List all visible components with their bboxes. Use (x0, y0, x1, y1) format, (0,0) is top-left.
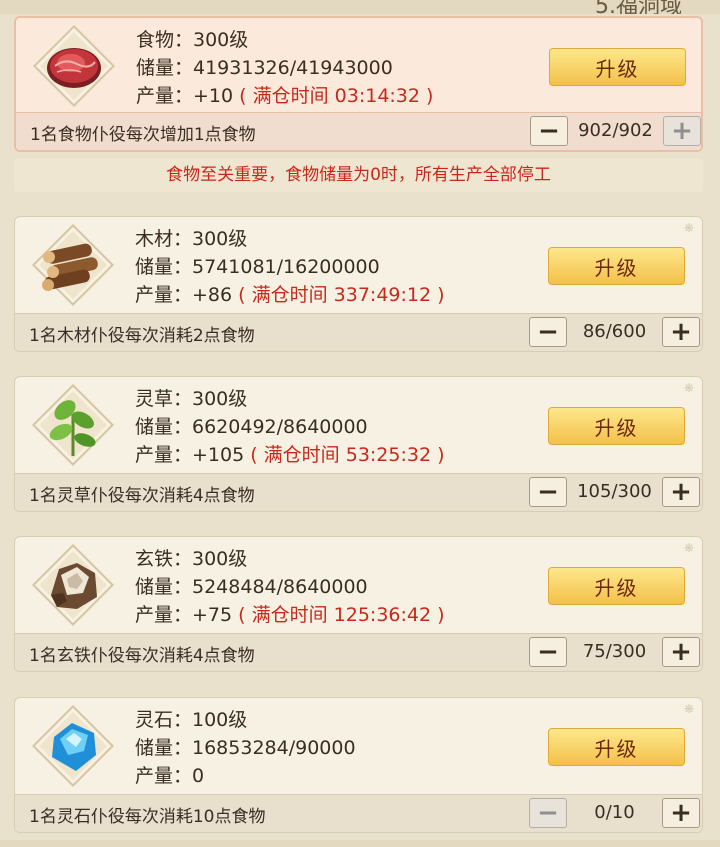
full-time-text: ( 满仓时间 337:49:12 ) (238, 284, 445, 306)
worker-desc: 1名食物仆役每次增加1点食物 (30, 125, 256, 145)
worker-desc: 1名玄铁仆役每次消耗4点食物 (29, 646, 255, 666)
top-strip: 5.福洞域 (0, 0, 720, 14)
worker-bar: 1名灵草仆役每次消耗4点食物 − 105/300 + (15, 473, 702, 511)
corner-ornament-icon: ❋ (683, 541, 694, 555)
decrease-workers-button[interactable]: − (529, 477, 567, 507)
storage-text: 储量：16853284/90000 (135, 737, 356, 759)
storage-text: 储量：41931326/41943000 (136, 57, 393, 79)
worker-bar: 1名灵石仆役每次消耗10点食物 − 0/10 + (15, 794, 702, 832)
spirit-stone-icon (31, 704, 115, 788)
worker-desc: 1名灵草仆役每次消耗4点食物 (29, 486, 255, 506)
decrease-workers-button[interactable]: − (529, 637, 567, 667)
upgrade-button-herb[interactable]: 升级 (548, 407, 685, 445)
worker-bar: 1名食物仆役每次增加1点食物 − 902/902 + (16, 112, 701, 150)
upgrade-button-spirit-stone[interactable]: 升级 (548, 728, 685, 766)
worker-desc: 1名木材仆役每次消耗2点食物 (29, 326, 255, 346)
worker-count: 0/10 (594, 802, 635, 823)
resource-card-spirit-stone: ❋ 灵石：100级 储量：16853284/90000 产量：0 升级 1名灵石… (14, 697, 703, 833)
production-text: 产量：+105 (135, 444, 245, 466)
food-notice: 食物至关重要，食物储量为0时，所有生产全部停工 (14, 158, 703, 192)
meat-icon (32, 24, 116, 108)
level-text: 木材：300级 (135, 228, 248, 250)
footer-strip (0, 840, 720, 847)
iron-ore-icon (31, 543, 115, 627)
increase-workers-button[interactable]: + (662, 317, 700, 347)
production-text: 产量：0 (135, 765, 205, 787)
increase-workers-button[interactable]: + (662, 798, 700, 828)
upgrade-button-iron[interactable]: 升级 (548, 567, 685, 605)
worker-count: 902/902 (578, 120, 653, 141)
clipped-header-title: 5.福洞域 (595, 0, 682, 14)
worker-count: 75/300 (582, 641, 647, 662)
production-text: 产量：+10 (136, 85, 234, 107)
worker-desc: 1名灵石仆役每次消耗10点食物 (29, 807, 266, 827)
worker-count: 86/600 (582, 321, 647, 342)
upgrade-button-wood[interactable]: 升级 (548, 247, 685, 285)
production-text: 产量：+75 (135, 604, 233, 626)
corner-ornament-icon: ❋ (683, 381, 694, 395)
increase-workers-button[interactable]: + (662, 637, 700, 667)
upgrade-button-food[interactable]: 升级 (549, 48, 686, 86)
full-time-text: ( 满仓时间 125:36:42 ) (238, 604, 445, 626)
herb-icon (31, 383, 115, 467)
resource-card-iron: ❋ 玄铁：300级 储量：5248484/8640000 产量：+75 ( 满仓… (14, 536, 703, 672)
full-time-text: ( 满仓时间 03:14:32 ) (239, 85, 434, 107)
storage-text: 储量：5248484/8640000 (135, 576, 368, 598)
corner-ornament-icon: ❋ (683, 702, 694, 716)
worker-count: 105/300 (577, 481, 652, 502)
resource-card-wood: ❋ 木材：300级 储量：5741081/16200000 产量：+86 ( 满… (14, 216, 703, 352)
level-text: 食物：300级 (136, 29, 249, 51)
corner-ornament-icon: ❋ (683, 221, 694, 235)
storage-text: 储量：5741081/16200000 (135, 256, 380, 278)
full-time-text: ( 满仓时间 53:25:32 ) (250, 444, 445, 466)
storage-text: 储量：6620492/8640000 (135, 416, 368, 438)
increase-workers-button[interactable]: + (663, 116, 701, 146)
resource-card-herb: ❋ 灵草：300级 储量：6620492/8640000 产量：+105 ( 满… (14, 376, 703, 512)
production-text: 产量：+86 (135, 284, 233, 306)
increase-workers-button[interactable]: + (662, 477, 700, 507)
decrease-workers-button[interactable]: − (529, 317, 567, 347)
worker-bar: 1名木材仆役每次消耗2点食物 − 86/600 + (15, 313, 702, 351)
worker-bar: 1名玄铁仆役每次消耗4点食物 − 75/300 + (15, 633, 702, 671)
level-text: 灵石：100级 (135, 709, 248, 731)
decrease-workers-button[interactable]: − (530, 116, 568, 146)
decrease-workers-button[interactable]: − (529, 798, 567, 828)
level-text: 玄铁：300级 (135, 548, 248, 570)
resource-card-food: 食物：300级 储量：41931326/41943000 产量：+10 ( 满仓… (14, 16, 703, 152)
wood-icon (31, 223, 115, 307)
level-text: 灵草：300级 (135, 388, 248, 410)
